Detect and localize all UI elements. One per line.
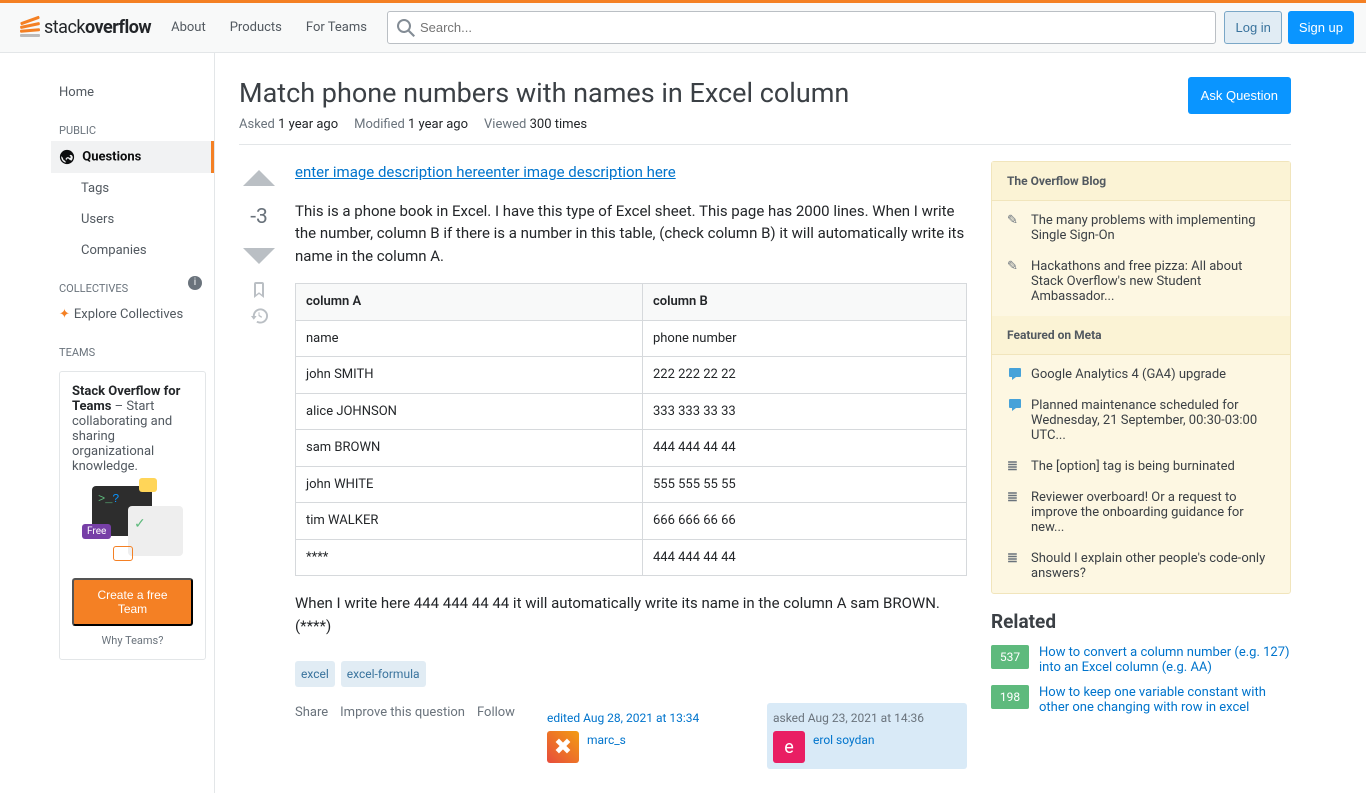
table-row: namephone number	[296, 320, 967, 357]
meta-item[interactable]: Planned maintenance scheduled for Wednes…	[992, 390, 1290, 451]
follow-link[interactable]: Follow	[477, 703, 515, 723]
edited-timestamp[interactable]: edited Aug 28, 2021 at 13:34	[547, 709, 735, 727]
table-header: column B	[642, 284, 966, 321]
related-link[interactable]: How to convert a column number (e.g. 127…	[1039, 645, 1291, 675]
editor-name[interactable]: marc_s	[587, 731, 626, 749]
editor-card: edited Aug 28, 2021 at 13:34 ✖ marc_s	[541, 703, 741, 769]
pencil-icon: ✎	[1007, 259, 1023, 304]
teams-illustration: >_? Free ✓	[72, 486, 193, 566]
nav-about[interactable]: About	[159, 3, 218, 53]
related-item[interactable]: 537 How to convert a column number (e.g.…	[991, 645, 1291, 675]
question-meta: Asked 1 year ago Modified 1 year ago Vie…	[239, 117, 1291, 145]
left-sidebar: Home PUBLIC Questions Tags Users Compani…	[51, 53, 215, 793]
table-row: alice JOHNSON333 333 33 33	[296, 393, 967, 430]
question-title: Match phone numbers with names in Excel …	[239, 77, 849, 109]
question-header: Match phone numbers with names in Excel …	[239, 77, 1291, 117]
table-header: column A	[296, 284, 643, 321]
tag[interactable]: excel-formula	[341, 661, 426, 687]
meta-stack-icon: ≣	[1007, 551, 1023, 581]
logo[interactable]: stackoverflow	[12, 3, 159, 52]
teams-promo-text: Stack Overflow for Teams – Start collabo…	[72, 384, 193, 474]
header-nav: About Products For Teams	[159, 3, 379, 53]
body-para-1: This is a phone book in Excel. I have th…	[295, 200, 967, 268]
body-para-2: When I write here 444 444 44 44 it will …	[295, 592, 967, 637]
post-layout: -3 enter image description hereenter ima…	[239, 161, 967, 769]
nav-for-teams[interactable]: For Teams	[294, 3, 379, 53]
bookmark-button[interactable]	[250, 281, 268, 299]
upvote-button[interactable]	[241, 161, 277, 197]
meta-stack-icon: ≣	[1007, 490, 1023, 535]
meta-stack-icon: ≣	[1007, 459, 1023, 474]
share-link[interactable]: Share	[295, 703, 328, 723]
table-row: john WHITE555 555 55 55	[296, 466, 967, 503]
tag[interactable]: excel	[295, 661, 335, 687]
sidebar-explore-collectives[interactable]: ✦Explore Collectives	[51, 299, 214, 330]
meta-heading: Featured on Meta	[992, 316, 1290, 355]
sidebar-users[interactable]: Users	[51, 204, 214, 235]
vote-count: -3	[250, 205, 268, 229]
sidebar-home[interactable]: Home	[51, 77, 214, 108]
sidebar-companies[interactable]: Companies	[51, 235, 214, 266]
right-sidebar: The Overflow Blog ✎ The many problems wi…	[991, 161, 1291, 769]
table-row: tim WALKER666 666 66 66	[296, 503, 967, 540]
overflow-blog-box: The Overflow Blog ✎ The many problems wi…	[991, 161, 1291, 594]
improve-link[interactable]: Improve this question	[340, 703, 465, 723]
downvote-button[interactable]	[241, 237, 277, 273]
globe-icon	[59, 149, 75, 165]
blog-item[interactable]: ✎ Hackathons and free pizza: All about S…	[992, 251, 1290, 312]
asked-timestamp: asked Aug 23, 2021 at 14:36	[773, 709, 961, 727]
main-content: Match phone numbers with names in Excel …	[215, 53, 1315, 793]
author-avatar[interactable]: e	[773, 731, 805, 763]
search-input[interactable]	[387, 11, 1217, 44]
logo-text: stackoverflow	[44, 17, 151, 38]
related-score: 537	[991, 645, 1029, 669]
history-button[interactable]	[250, 307, 268, 325]
nav-products[interactable]: Products	[218, 3, 294, 53]
signup-button[interactable]: Sign up	[1288, 11, 1354, 44]
related-score: 198	[991, 685, 1029, 709]
meta-item[interactable]: ≣ Reviewer overboard! Or a request to im…	[992, 482, 1290, 543]
search-icon	[397, 19, 415, 37]
post-body: enter image description hereenter image …	[295, 161, 967, 769]
auth-buttons: Log in Sign up	[1224, 11, 1354, 44]
blog-heading: The Overflow Blog	[992, 162, 1290, 201]
editor-avatar[interactable]: ✖	[547, 731, 579, 763]
pencil-icon: ✎	[1007, 213, 1023, 243]
search-container	[387, 11, 1217, 44]
table-row: sam BROWN444 444 44 44	[296, 430, 967, 467]
sidebar-teams-heading: TEAMS	[51, 330, 214, 363]
speech-icon	[1007, 367, 1023, 381]
table-row: john SMITH222 222 22 22	[296, 357, 967, 394]
blog-item[interactable]: ✎ The many problems with implementing Si…	[992, 205, 1290, 251]
teams-promo-box: Stack Overflow for Teams – Start collabo…	[59, 371, 206, 660]
author-card: asked Aug 23, 2021 at 14:36 e erol soyda…	[767, 703, 967, 769]
related-heading: Related	[991, 610, 1291, 633]
sidebar-collectives-heading: COLLECTIVES	[51, 266, 128, 299]
sidebar-tags[interactable]: Tags	[51, 173, 214, 204]
sidebar-public-heading: PUBLIC	[51, 108, 214, 141]
tags-list: excel excel-formula	[295, 661, 967, 687]
meta-item[interactable]: ≣ Should I explain other people's code-o…	[992, 543, 1290, 589]
meta-item[interactable]: Google Analytics 4 (GA4) upgrade	[992, 359, 1290, 390]
star-icon: ✦	[59, 307, 70, 322]
meta-item[interactable]: ≣ The [option] tag is being burninated	[992, 451, 1290, 482]
data-table: column A column B namephone number john …	[295, 283, 967, 576]
why-teams-link[interactable]: Why Teams?	[72, 634, 193, 647]
info-icon[interactable]: i	[188, 276, 202, 290]
image-link[interactable]: enter image description hereenter image …	[295, 163, 676, 181]
vote-cell: -3	[239, 161, 279, 769]
table-row: ****444 444 44 44	[296, 539, 967, 576]
login-button[interactable]: Log in	[1224, 11, 1281, 44]
logo-icon	[20, 18, 40, 38]
related-link[interactable]: How to keep one variable constant with o…	[1039, 685, 1291, 715]
speech-icon	[1007, 398, 1023, 412]
post-actions: Share Improve this question Follow edite…	[295, 703, 967, 769]
ask-question-button[interactable]: Ask Question	[1188, 77, 1291, 114]
main-header: stackoverflow About Products For Teams L…	[0, 3, 1366, 53]
create-team-button[interactable]: Create a free Team	[72, 578, 193, 626]
author-name[interactable]: erol soydan	[813, 731, 875, 749]
related-item[interactable]: 198 How to keep one variable constant wi…	[991, 685, 1291, 715]
sidebar-questions[interactable]: Questions	[51, 141, 214, 173]
action-links: Share Improve this question Follow	[295, 703, 515, 723]
